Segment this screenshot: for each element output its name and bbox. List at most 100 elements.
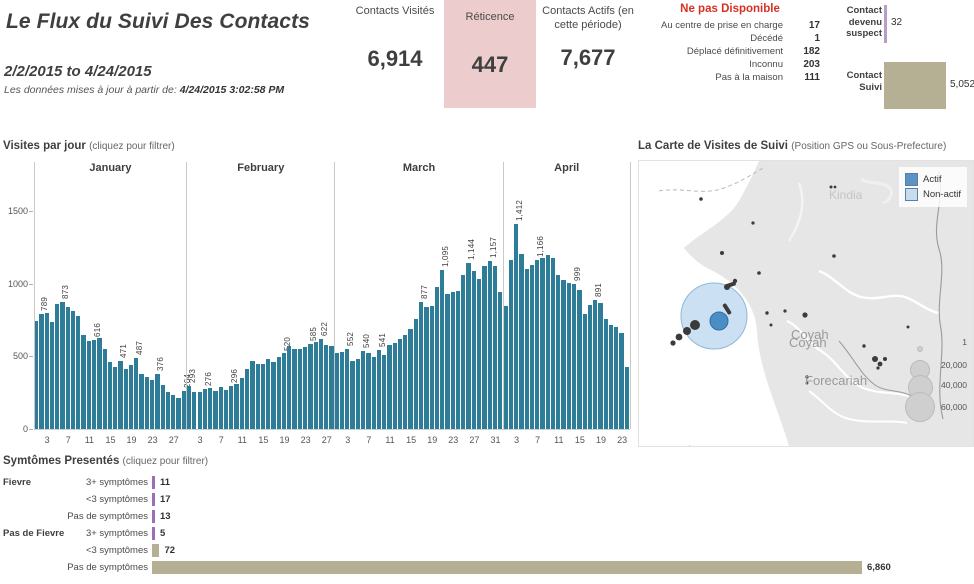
bar-value-label: 276: [204, 372, 213, 386]
x-axis-tick: 7: [219, 435, 224, 445]
kpi-reticence: Réticence 447: [444, 0, 536, 108]
x-axis-tick: 19: [427, 435, 437, 445]
bar-value-label: 376: [156, 357, 165, 371]
symptom-value: 5: [160, 528, 165, 539]
x-axis-tick: 11: [85, 435, 94, 445]
date-range: 2/2/2015 to 4/24/2015: [4, 63, 152, 80]
not-available-row: Déplacé définitivement182: [640, 45, 820, 58]
size-legend-label-40000: 40,000: [941, 380, 967, 397]
symptom-row[interactable]: Pas de symptômes6,860: [0, 560, 974, 577]
kpi-contacts-visites: Contacts Visités 6,914: [352, 4, 438, 72]
x-axis-tick: 7: [66, 435, 71, 445]
bar-value-label: 877: [420, 285, 429, 299]
not-available-table: Au centre de prise en charge17Décédé1Dép…: [640, 19, 820, 84]
kpi-contact-devenu-suspect: Contact devenu suspect 32: [828, 5, 970, 49]
visits-per-day-chart[interactable]: Visites par jour (cliquez pour filtrer) …: [0, 140, 632, 452]
symptom-row[interactable]: <3 symptômes17: [0, 492, 974, 509]
symptom-bar[interactable]: [152, 493, 155, 506]
bar-value-label: 1,144: [467, 239, 476, 260]
y-axis-tickmark: [29, 429, 33, 430]
bar-value-label: 1,095: [441, 246, 450, 267]
not-available-row: Au centre de prise en charge17: [640, 19, 820, 32]
not-available-label: Pas à la maison: [640, 71, 790, 84]
month-separator: [34, 162, 35, 429]
symptoms-rows[interactable]: Fievre3+ symptômes11<3 symptômes17Pas de…: [0, 475, 974, 577]
not-available-breakdown: Ne pas Disponible Au centre de prise en …: [640, 3, 820, 84]
last-updated: Les données mises à jour à partir de: 4/…: [4, 84, 334, 97]
symptom-category-label: 3+ symptômes: [60, 477, 148, 488]
x-axis-tick: 15: [406, 435, 416, 445]
dashboard-header: Le Flux du Suivi Des Contacts 2/2/2015 t…: [0, 0, 974, 130]
kpi-value: 6,914: [352, 46, 438, 72]
symptom-row[interactable]: Pas de Fievre3+ symptômes5: [0, 526, 974, 543]
not-available-value: 203: [790, 58, 820, 71]
month-separator: [503, 162, 504, 429]
page-title: Le Flux du Suivi Des Contacts: [6, 10, 310, 34]
symptom-bar[interactable]: [152, 561, 862, 574]
symptom-bar[interactable]: [152, 544, 159, 557]
x-axis-tick: 7: [535, 435, 540, 445]
size-legend-label-60000: 60,000: [941, 402, 967, 419]
x-axis-ticks: 3711151923273711151923273711151923273137…: [34, 429, 630, 451]
symptoms-section[interactable]: Symtômes Presentés (cliquez pour filtrer…: [0, 455, 974, 584]
non-actif-swatch-icon: [905, 188, 918, 201]
bar-value-label: 471: [119, 344, 128, 358]
y-axis-tick: 0: [0, 424, 28, 434]
not-available-value: 1: [790, 32, 820, 45]
size-legend-label-1: 1: [962, 337, 967, 354]
map-label-coyah: Coyah: [789, 335, 827, 350]
symptom-row[interactable]: Fievre3+ symptômes11: [0, 475, 974, 492]
month-separator: [334, 162, 335, 429]
not-available-label: Déplacé définitivement: [640, 45, 790, 58]
kpi-contact-suivi: Contact Suivi 5,052: [828, 62, 970, 114]
x-axis-tick: 23: [301, 435, 311, 445]
symptom-row[interactable]: <3 symptômes72: [0, 543, 974, 560]
not-available-row: Inconnu203: [640, 58, 820, 71]
kpi-label: Contacts Actifs (en cette période): [542, 4, 634, 32]
chart-plot-area[interactable]: 7898736164714873762642932762965205856225…: [34, 182, 630, 429]
symptom-bar[interactable]: [152, 527, 155, 540]
bar-value-label: 296: [230, 369, 239, 383]
bar-value-label: 1,157: [489, 237, 498, 258]
not-available-title: Ne pas Disponible: [640, 3, 820, 15]
bar-value-label: 999: [573, 267, 582, 281]
bar-value-label: 585: [309, 327, 318, 341]
map-legend[interactable]: Actif Non-actif: [899, 167, 967, 207]
svg-text:Kindia: Kindia: [829, 188, 863, 202]
y-axis-tickmark: [29, 211, 33, 212]
bar-value-label: 616: [93, 323, 102, 337]
map-label-conakry: Conakry: [657, 443, 705, 447]
not-available-label: Inconnu: [640, 58, 790, 71]
size-bubble-1: [917, 346, 923, 352]
map-canvas[interactable]: Coyah Conakry Kindia Coyah Conakry Forec…: [638, 160, 974, 447]
map-legend-item-non-actif[interactable]: Non-actif: [905, 188, 961, 201]
symptom-bar[interactable]: [152, 476, 155, 489]
suivi-label: Contact Suivi: [828, 70, 882, 93]
month-separator: [186, 162, 187, 429]
x-axis-tick: 23: [148, 435, 158, 445]
symptom-value: 6,860: [867, 562, 891, 573]
bar-value-label: 540: [362, 334, 371, 348]
symptoms-title: Symtômes Presentés (cliquez pour filtrer…: [3, 455, 208, 467]
map-legend-item-actif[interactable]: Actif: [905, 173, 961, 186]
last-updated-prefix: Les données mises à jour à partir de:: [4, 84, 180, 96]
x-axis-tick: 3: [198, 435, 203, 445]
x-axis-tick: 19: [280, 435, 290, 445]
symptom-bar[interactable]: [152, 510, 155, 523]
x-axis-tick: 15: [105, 435, 115, 445]
x-axis-tick: 19: [127, 435, 137, 445]
suspect-bar: [884, 5, 887, 43]
symptom-row[interactable]: Pas de symptômes 13: [0, 509, 974, 526]
suivi-bar: [884, 62, 946, 109]
bar-series[interactable]: 7898736164714873762642932762965205856225…: [34, 182, 630, 429]
x-axis-tick: 27: [469, 435, 479, 445]
symptom-category-label: Pas de symptômes: [60, 511, 148, 522]
x-axis-tick: 27: [169, 435, 179, 445]
x-axis-tick: 31: [490, 435, 500, 445]
symptom-value: 72: [164, 545, 175, 556]
bar-value-label: 891: [594, 283, 603, 297]
suivi-value: 5,052: [950, 79, 974, 90]
symptom-value: 17: [160, 494, 171, 505]
x-axis-tick: 15: [258, 435, 268, 445]
symptom-value: 13: [160, 511, 171, 522]
